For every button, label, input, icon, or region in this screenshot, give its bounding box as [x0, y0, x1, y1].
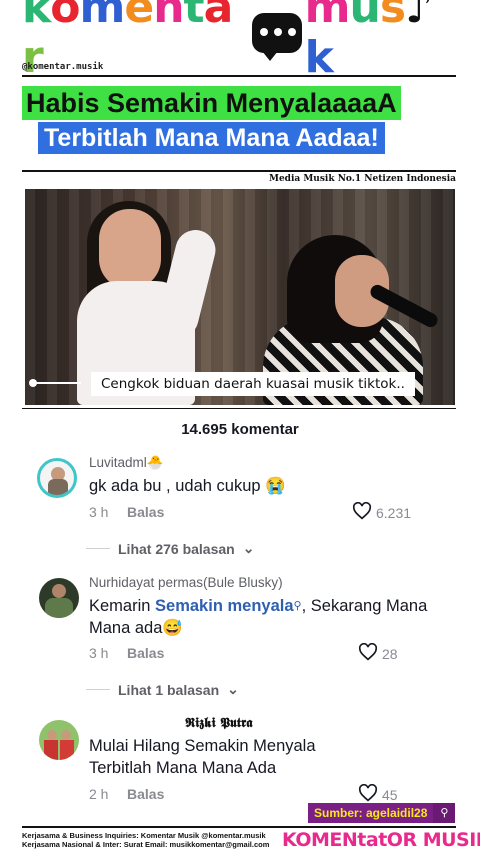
search-icon[interactable]: ⚲ [294, 600, 302, 612]
avatar[interactable] [39, 578, 79, 618]
like-count: 45 [382, 786, 398, 803]
like-button[interactable]: 28 [358, 642, 398, 664]
view-replies-label: Lihat 276 balasan [118, 540, 235, 557]
divider [22, 75, 456, 77]
headline-line-2: Terbitlah Mana Mana Aadaa! [38, 122, 385, 154]
footer-logo: KOMENtatOR MUSIK [282, 829, 480, 851]
heart-icon [352, 501, 372, 523]
logo-letter: m [79, 0, 126, 33]
logo-letter: k [22, 0, 51, 33]
search-highlight-link[interactable]: Semakin menyala [155, 597, 294, 615]
headline-line-1: Habis Semakin MenyalaaaaA [22, 86, 401, 120]
video-scrubber[interactable] [29, 379, 81, 387]
comment-count: 14.695 komentar [181, 421, 299, 438]
footer-business-line: Kerjasama & Business Inquiries: Komentar… [22, 831, 266, 840]
logo-letter: a [203, 0, 234, 33]
logo-letter: o [50, 0, 80, 33]
logo-letter: s [379, 0, 406, 33]
logo-letter: e [124, 0, 154, 33]
logo-letter: m [304, 0, 351, 33]
like-count: 28 [382, 645, 398, 662]
comment-username[interactable]: Luvitadml🐣 [89, 455, 164, 471]
logo-letter: n [153, 0, 184, 33]
comment-time: 3 h [89, 645, 109, 661]
heart-icon [358, 642, 378, 664]
comment-username[interactable]: Nurhidayat permas(Bule Blusky) [89, 575, 283, 590]
reply-button[interactable]: Balas [127, 645, 164, 661]
video-caption: Cengkok biduan daerah kuasai musik tikto… [91, 372, 415, 396]
comment-text: Mulai Hilang Semakin Menyala Terbitlah M… [89, 737, 316, 777]
like-button[interactable]: 45 [358, 783, 398, 805]
heart-icon [358, 783, 378, 805]
avatar[interactable] [37, 458, 77, 498]
footer-email-line: Kerjasama Nasional & Inter: Surat Email:… [22, 840, 270, 849]
logo-letter: u [349, 0, 381, 33]
reply-button[interactable]: Balas [127, 504, 164, 520]
video-player[interactable]: Cengkok biduan daerah kuasai musik tikto… [25, 189, 455, 405]
like-count: 6.231 [376, 504, 412, 521]
view-replies-button[interactable]: Lihat 276 balasan ⌄ [86, 540, 254, 557]
divider [22, 826, 456, 828]
comment-text: Kemarin Semakin menyala⚲, Sekarang Mana … [89, 597, 428, 637]
source-tag: Sumber: agelaidil28 ⚲ [308, 803, 456, 823]
divider [86, 689, 110, 690]
chat-bubble-icon [252, 13, 302, 61]
chevron-down-icon: ⌄ [227, 681, 239, 697]
divider [22, 170, 456, 172]
logo-letter: ♪ [405, 0, 433, 33]
view-replies-label: Lihat 1 balasan [118, 681, 220, 698]
comment-time: 2 h [89, 786, 109, 802]
avatar[interactable] [39, 720, 79, 760]
logo-wordmark-musik: mus♪k [305, 0, 458, 83]
account-handle: @komentar.musik [22, 62, 104, 72]
view-replies-button[interactable]: Lihat 1 balasan ⌄ [86, 681, 239, 698]
brand-logo: komentar mus♪k [22, 0, 458, 83]
comment-text: gk ada bu , udah cukup 😭 [89, 477, 286, 495]
divider [86, 548, 110, 549]
chevron-down-icon: ⌄ [242, 540, 255, 556]
like-button[interactable]: 6.231 [352, 501, 412, 523]
reply-button[interactable]: Balas [127, 786, 164, 802]
divider [22, 408, 456, 409]
comment-username[interactable]: 𝕽𝖎𝖟𝖐𝖎 𝕻𝖚𝖙𝖗𝖆 [185, 715, 253, 731]
tagline: Media Musik No.1 Netizen Indonesia [268, 174, 456, 184]
singer-left-face [99, 209, 161, 289]
search-icon[interactable]: ⚲ [433, 803, 456, 823]
source-label: Sumber: agelaidil28 [308, 803, 434, 823]
logo-letter: t [183, 0, 205, 33]
comment-time: 3 h [89, 504, 109, 520]
